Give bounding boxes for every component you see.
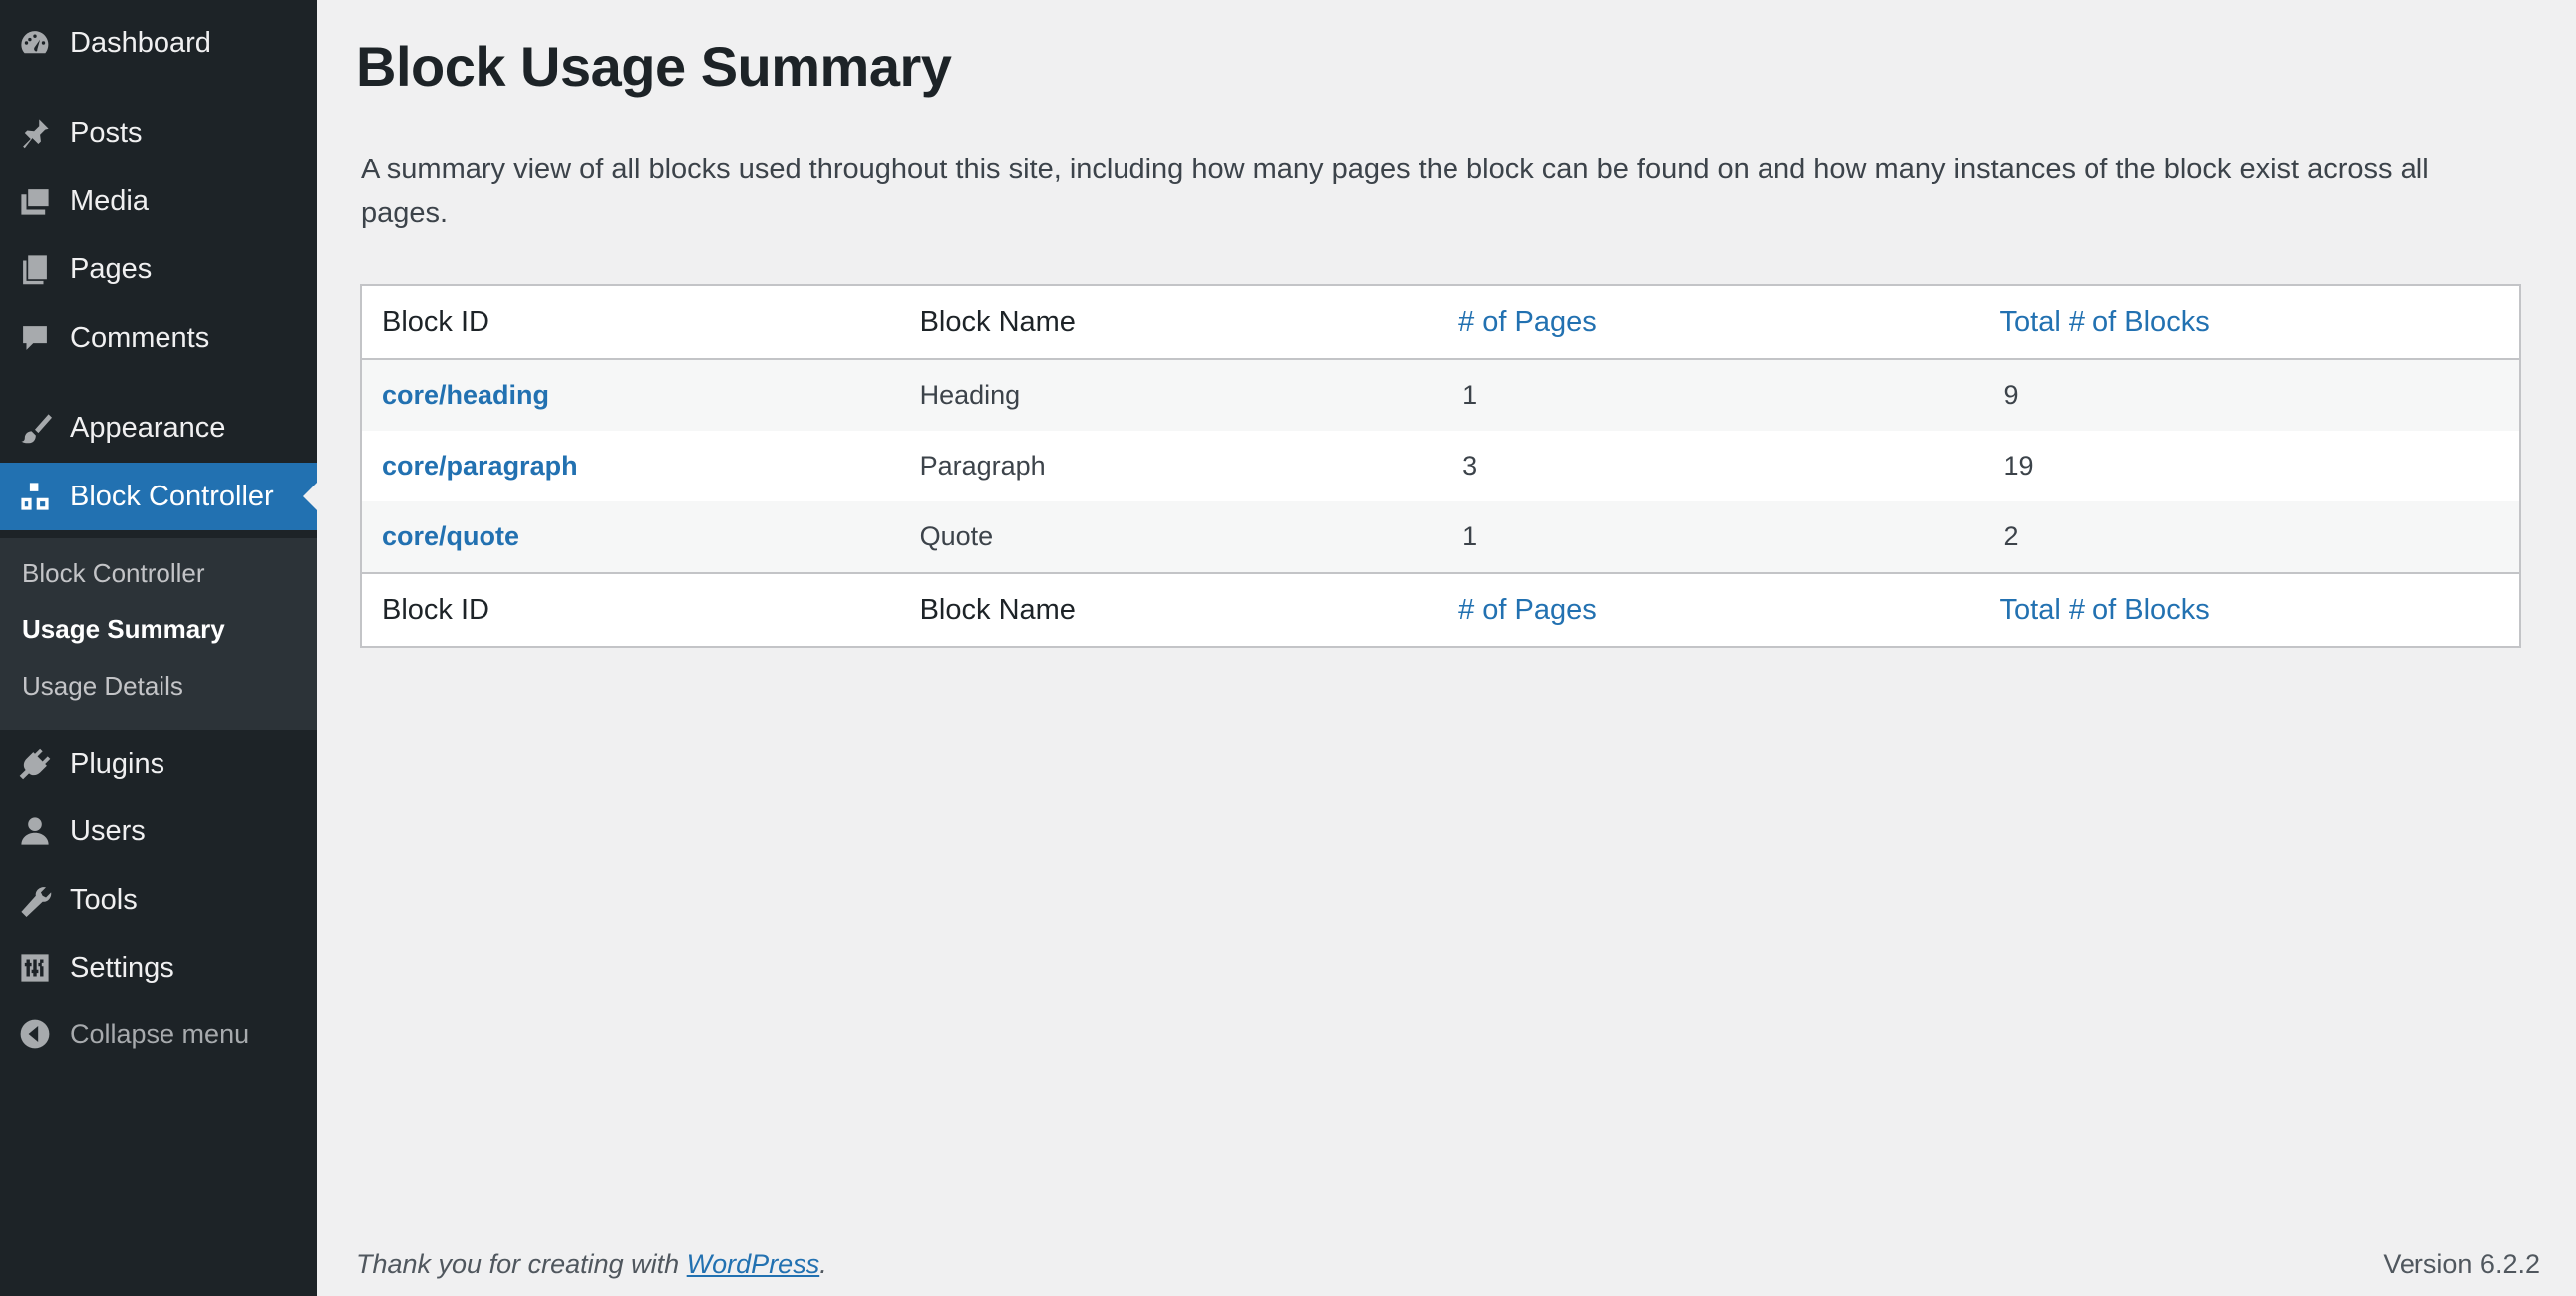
pages-count-cell: 1: [1462, 380, 1478, 410]
footer-thanks-suffix: .: [819, 1249, 827, 1279]
sidebar-item-label: Tools: [70, 883, 138, 916]
block-id-link[interactable]: core/quote: [361, 501, 900, 573]
sidebar-item-label: Block Controller: [70, 480, 274, 512]
sidebar-item-label: Settings: [70, 951, 174, 984]
sidebar-item-label: Appearance: [70, 411, 226, 444]
pages-count-cell: 1: [1462, 521, 1478, 551]
column-footer-block-name: Block Name: [919, 593, 1076, 626]
collapse-menu-button[interactable]: Collapse menu: [0, 1000, 317, 1068]
version-label: Version 6.2.2: [2383, 1249, 2540, 1279]
submenu-item-usage-summary[interactable]: Usage Summary: [22, 614, 225, 645]
blocks-icon: [0, 463, 70, 530]
block-name-cell: Heading: [919, 380, 1021, 410]
sidebar-item-settings[interactable]: Settings: [0, 934, 317, 1002]
block-id-link[interactable]: core/paragraph: [361, 431, 900, 501]
sidebar-item-label: Dashboard: [70, 26, 211, 59]
sort-pages-link[interactable]: # of Pages: [1439, 285, 1979, 359]
wrench-icon: [0, 866, 70, 934]
user-icon: [0, 798, 70, 865]
column-footer-block-id: Block ID: [382, 593, 489, 626]
collapse-arrow-icon: [0, 1000, 70, 1068]
collapse-menu-label: Collapse menu: [70, 1018, 250, 1049]
page-title: Block Usage Summary: [356, 35, 952, 98]
plugin-icon: [0, 730, 70, 798]
sort-total-blocks-footer-link[interactable]: Total # of Blocks: [1980, 573, 2520, 647]
column-header-block-id: Block ID: [382, 305, 489, 338]
column-header-block-name: Block Name: [919, 305, 1076, 338]
block-id-link[interactable]: core/heading: [361, 359, 900, 431]
wordpress-link[interactable]: WordPress: [687, 1249, 820, 1279]
sidebar-item-label: Pages: [70, 252, 153, 285]
pages-count-cell: 3: [1462, 451, 1478, 481]
sidebar-item-appearance[interactable]: Appearance: [0, 394, 317, 462]
block-name-cell: Quote: [919, 521, 994, 551]
sidebar-item-label: Users: [70, 814, 146, 847]
sort-total-blocks-link[interactable]: Total # of Blocks: [1980, 285, 2520, 359]
sliders-icon: [0, 934, 70, 1002]
sidebar-item-dashboard[interactable]: Dashboard: [0, 9, 317, 77]
table-header-row: Block ID Block Name # of Pages Total # o…: [361, 285, 2520, 359]
table-row: core/paragraph Paragraph 3 19: [361, 431, 2520, 501]
sidebar-item-comments[interactable]: Comments: [0, 304, 317, 372]
block-controller-submenu: Block Controller Usage Summary Usage Det…: [0, 538, 317, 730]
pages-icon: [0, 235, 70, 303]
sidebar-item-block-controller[interactable]: Block Controller: [0, 463, 317, 530]
submenu-item-usage-details[interactable]: Usage Details: [22, 671, 183, 702]
table-row: core/heading Heading 1 9: [361, 359, 2520, 431]
sidebar-item-pages[interactable]: Pages: [0, 235, 317, 303]
sidebar-item-media[interactable]: Media: [0, 167, 317, 235]
total-blocks-cell: 9: [2003, 380, 2019, 410]
submenu-item-block-controller[interactable]: Block Controller: [22, 558, 205, 589]
sidebar-item-label: Comments: [70, 321, 210, 354]
sidebar-item-label: Posts: [70, 116, 143, 149]
sidebar-item-label: Plugins: [70, 747, 165, 780]
table-row: core/quote Quote 1 2: [361, 501, 2520, 573]
page-description: A summary view of all blocks used throug…: [361, 154, 2429, 229]
sort-pages-footer-link[interactable]: # of Pages: [1439, 573, 1979, 647]
block-name-cell: Paragraph: [919, 451, 1046, 481]
dashboard-icon: [0, 9, 70, 77]
admin-sidebar: Dashboard Posts Media Pages Comments App…: [0, 0, 317, 1296]
table-footer-row: Block ID Block Name # of Pages Total # o…: [361, 573, 2520, 647]
sidebar-item-tools[interactable]: Tools: [0, 866, 317, 934]
total-blocks-cell: 19: [2003, 451, 2034, 481]
media-icon: [0, 167, 70, 235]
footer-thanks-text: Thank you for creating with: [356, 1249, 687, 1279]
brush-icon: [0, 394, 70, 462]
sidebar-item-posts[interactable]: Posts: [0, 99, 317, 166]
sidebar-item-users[interactable]: Users: [0, 798, 317, 865]
sidebar-item-plugins[interactable]: Plugins: [0, 730, 317, 798]
sidebar-item-label: Media: [70, 184, 149, 217]
total-blocks-cell: 2: [2003, 521, 2019, 551]
pin-icon: [0, 99, 70, 166]
footer-thanks: Thank you for creating with WordPress.: [356, 1249, 827, 1280]
block-usage-table: Block ID Block Name # of Pages Total # o…: [360, 284, 2521, 648]
comment-icon: [0, 304, 70, 372]
